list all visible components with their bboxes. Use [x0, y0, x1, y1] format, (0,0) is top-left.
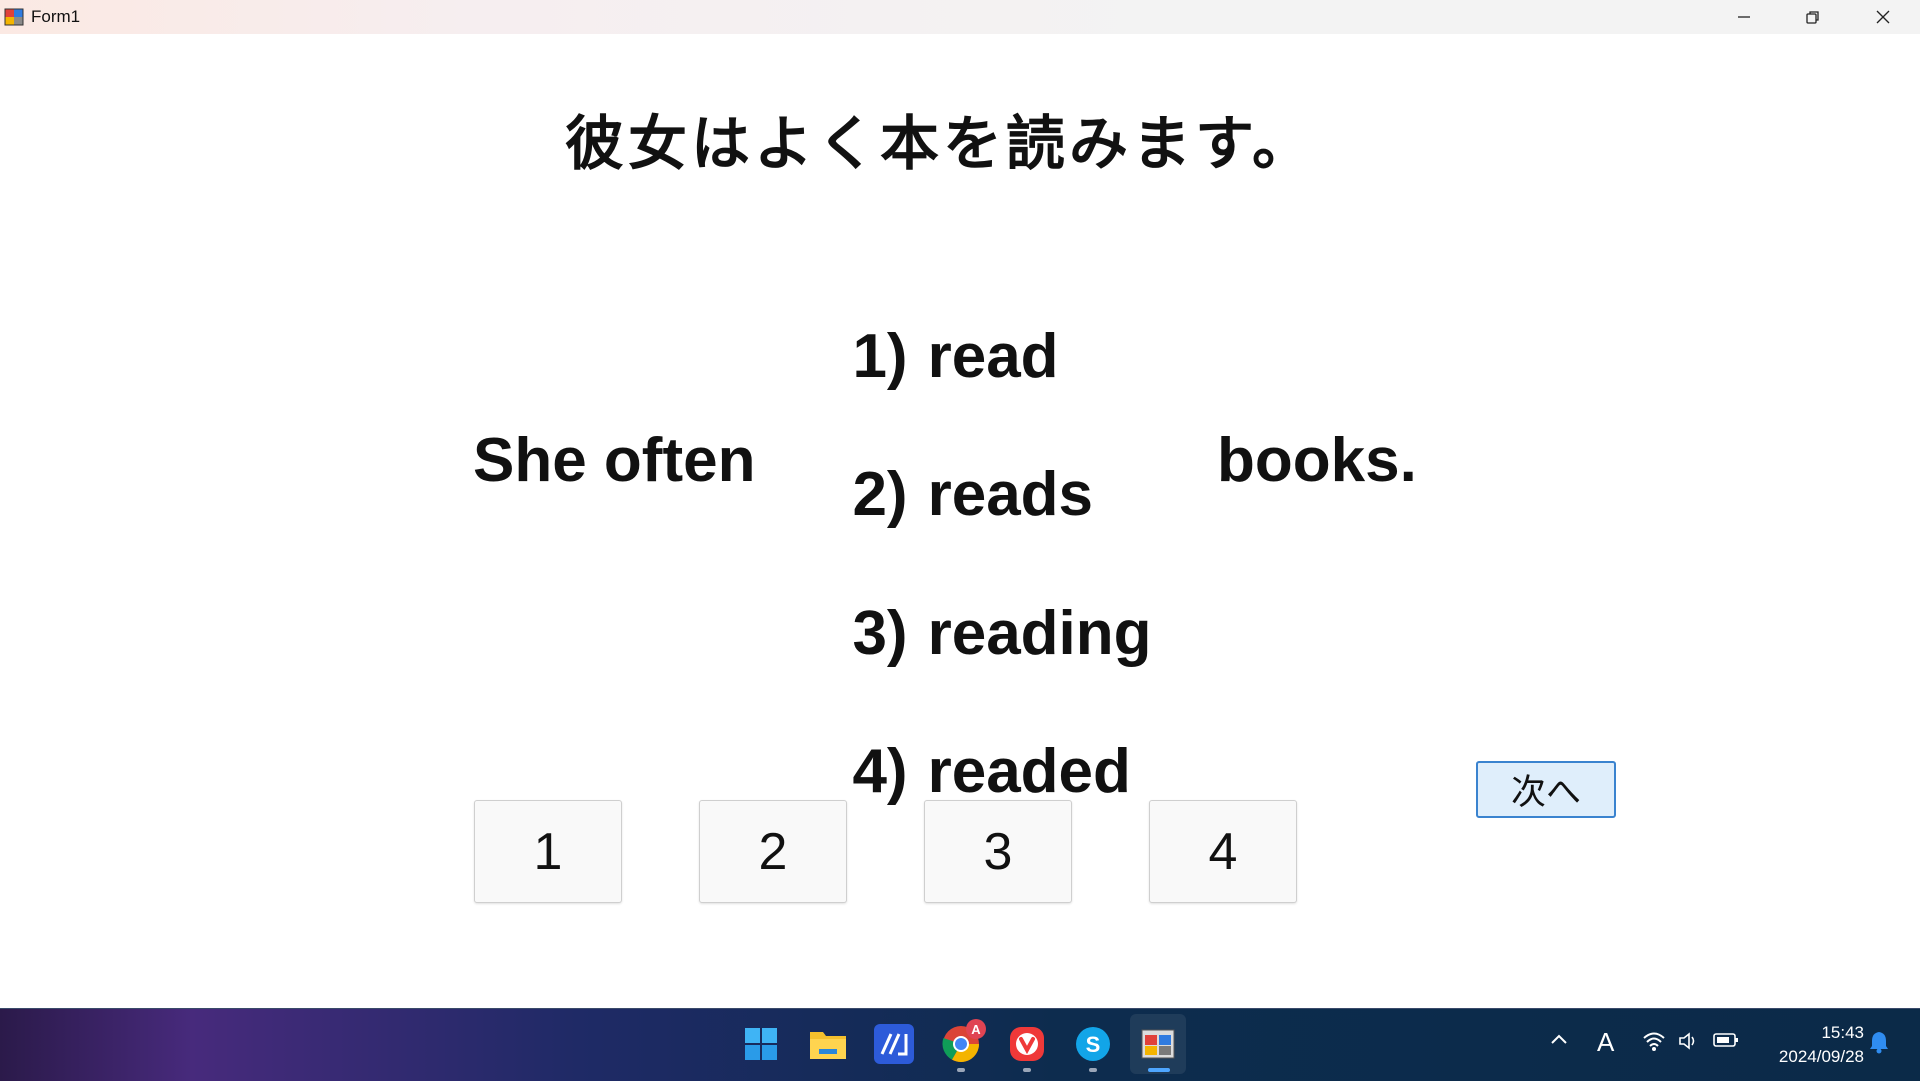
next-button[interactable]: 次へ — [1476, 761, 1616, 818]
minimize-icon — [1738, 16, 1750, 18]
close-button[interactable] — [1848, 0, 1918, 34]
dev-app-icon[interactable] — [874, 1024, 914, 1064]
restore-button[interactable] — [1778, 0, 1848, 34]
option-number: 4) — [852, 737, 908, 806]
clock-time: 15:43 — [1821, 1023, 1864, 1042]
svg-text:S: S — [1086, 1032, 1101, 1057]
answer-button-3[interactable]: 3 — [924, 800, 1072, 903]
option-text: reads — [927, 460, 1094, 529]
clock-date: 2024/09/28 — [1778, 1047, 1864, 1066]
answer-button-4[interactable]: 4 — [1149, 800, 1297, 903]
option-2: 2) reads — [818, 388, 1093, 530]
japanese-question: 彼女はよく本を読みます。 — [564, 109, 1316, 178]
ime-indicator[interactable]: A — [1597, 1027, 1614, 1058]
file-explorer-icon[interactable] — [808, 1024, 848, 1064]
vivaldi-icon[interactable] — [1007, 1024, 1047, 1064]
option-4: 4) readed — [818, 665, 1131, 807]
answer-button-1[interactable]: 1 — [474, 800, 622, 903]
volume-icon[interactable] — [1677, 1030, 1701, 1057]
system-clock[interactable]: 15:43 2024/09/28 — [1754, 1021, 1864, 1069]
answer-button-2[interactable]: 2 — [699, 800, 847, 903]
option-1: 1) read — [818, 250, 1059, 392]
restore-icon — [1806, 11, 1819, 24]
title-bar[interactable]: Form1 — [0, 0, 1920, 34]
battery-icon[interactable] — [1713, 1030, 1739, 1055]
window-title: Form1 — [31, 7, 81, 26]
minimize-button[interactable] — [1709, 0, 1779, 34]
show-hidden-icons-chevron-icon[interactable] — [1549, 1030, 1569, 1055]
wifi-icon[interactable] — [1642, 1030, 1666, 1057]
option-number: 2) — [852, 460, 908, 529]
option-number: 1) — [852, 322, 908, 391]
active-indicator — [1148, 1068, 1170, 1072]
option-text: read — [927, 322, 1059, 391]
running-indicator — [1023, 1068, 1031, 1072]
option-number: 3) — [852, 599, 908, 668]
notification-bell-icon[interactable] — [1868, 1030, 1890, 1059]
sentence-right-part: books. — [1217, 426, 1417, 495]
option-3: 3) reading — [818, 527, 1152, 669]
close-icon — [1876, 10, 1890, 24]
option-text: reading — [927, 599, 1152, 668]
app-icon — [4, 8, 24, 26]
running-indicator — [1089, 1068, 1097, 1072]
running-indicator — [957, 1068, 965, 1072]
sentence-left-part: She often — [473, 426, 756, 495]
form-app-icon[interactable] — [1138, 1024, 1178, 1064]
skype-icon[interactable]: S — [1073, 1024, 1113, 1064]
start-icon[interactable] — [741, 1024, 781, 1064]
option-text: readed — [927, 737, 1131, 806]
chrome-profile-badge: A — [966, 1019, 986, 1039]
